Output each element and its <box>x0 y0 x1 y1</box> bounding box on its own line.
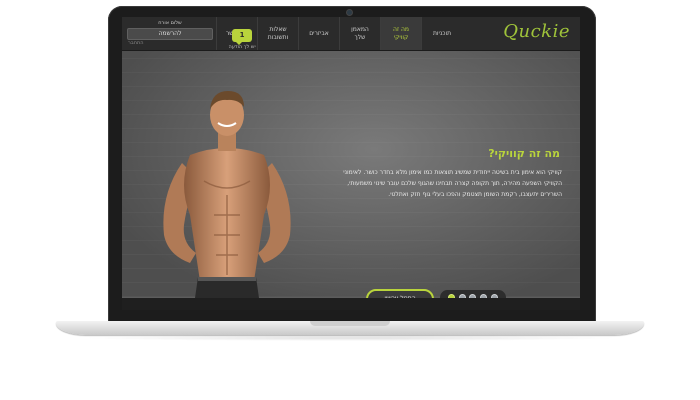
nav-item-what-is-quickie[interactable]: מה זה קוויקי <box>380 17 421 50</box>
nav-item-your-trainer[interactable]: המאמן שלך <box>339 17 380 50</box>
register-button[interactable]: להרשמה <box>127 28 213 40</box>
hero-section: מה זה קוויקי? קוויקי הוא אימון בית בשיטה… <box>122 51 580 309</box>
site-logo[interactable]: Quckie <box>503 21 570 42</box>
nav-item-accessories[interactable]: אביזרים <box>298 17 339 50</box>
top-navigation: Quckie תוכניות מה זה קוויקי המאמן שלך אב… <box>122 17 580 51</box>
nav-item-faq[interactable]: שאלות ותשובות <box>257 17 298 50</box>
user-panel: שלום אורח להרשמה התחבר <box>126 20 214 47</box>
messages-label: יש לך הודעה <box>228 44 256 50</box>
trainer-photo <box>163 91 291 305</box>
user-greeting: שלום אורח <box>158 20 182 26</box>
webcam-icon <box>347 10 352 15</box>
laptop-notch <box>310 321 390 326</box>
hero-description: קוויקי הוא אימון בית בשיטה ייחודית שמשיג… <box>343 169 562 198</box>
messages-button[interactable]: 1 יש לך הודעה <box>225 22 259 50</box>
screen-footer-bar <box>122 298 580 310</box>
laptop-screen: Quckie תוכניות מה זה קוויקי המאמן שלך אב… <box>122 17 580 310</box>
login-link[interactable]: התחבר <box>126 40 214 47</box>
hero-title: מה זה קוויקי? <box>488 147 560 160</box>
laptop-shadow <box>80 335 620 341</box>
chat-bubble-icon: 1 <box>232 29 252 45</box>
nav-item-programs[interactable]: תוכניות <box>421 17 462 50</box>
